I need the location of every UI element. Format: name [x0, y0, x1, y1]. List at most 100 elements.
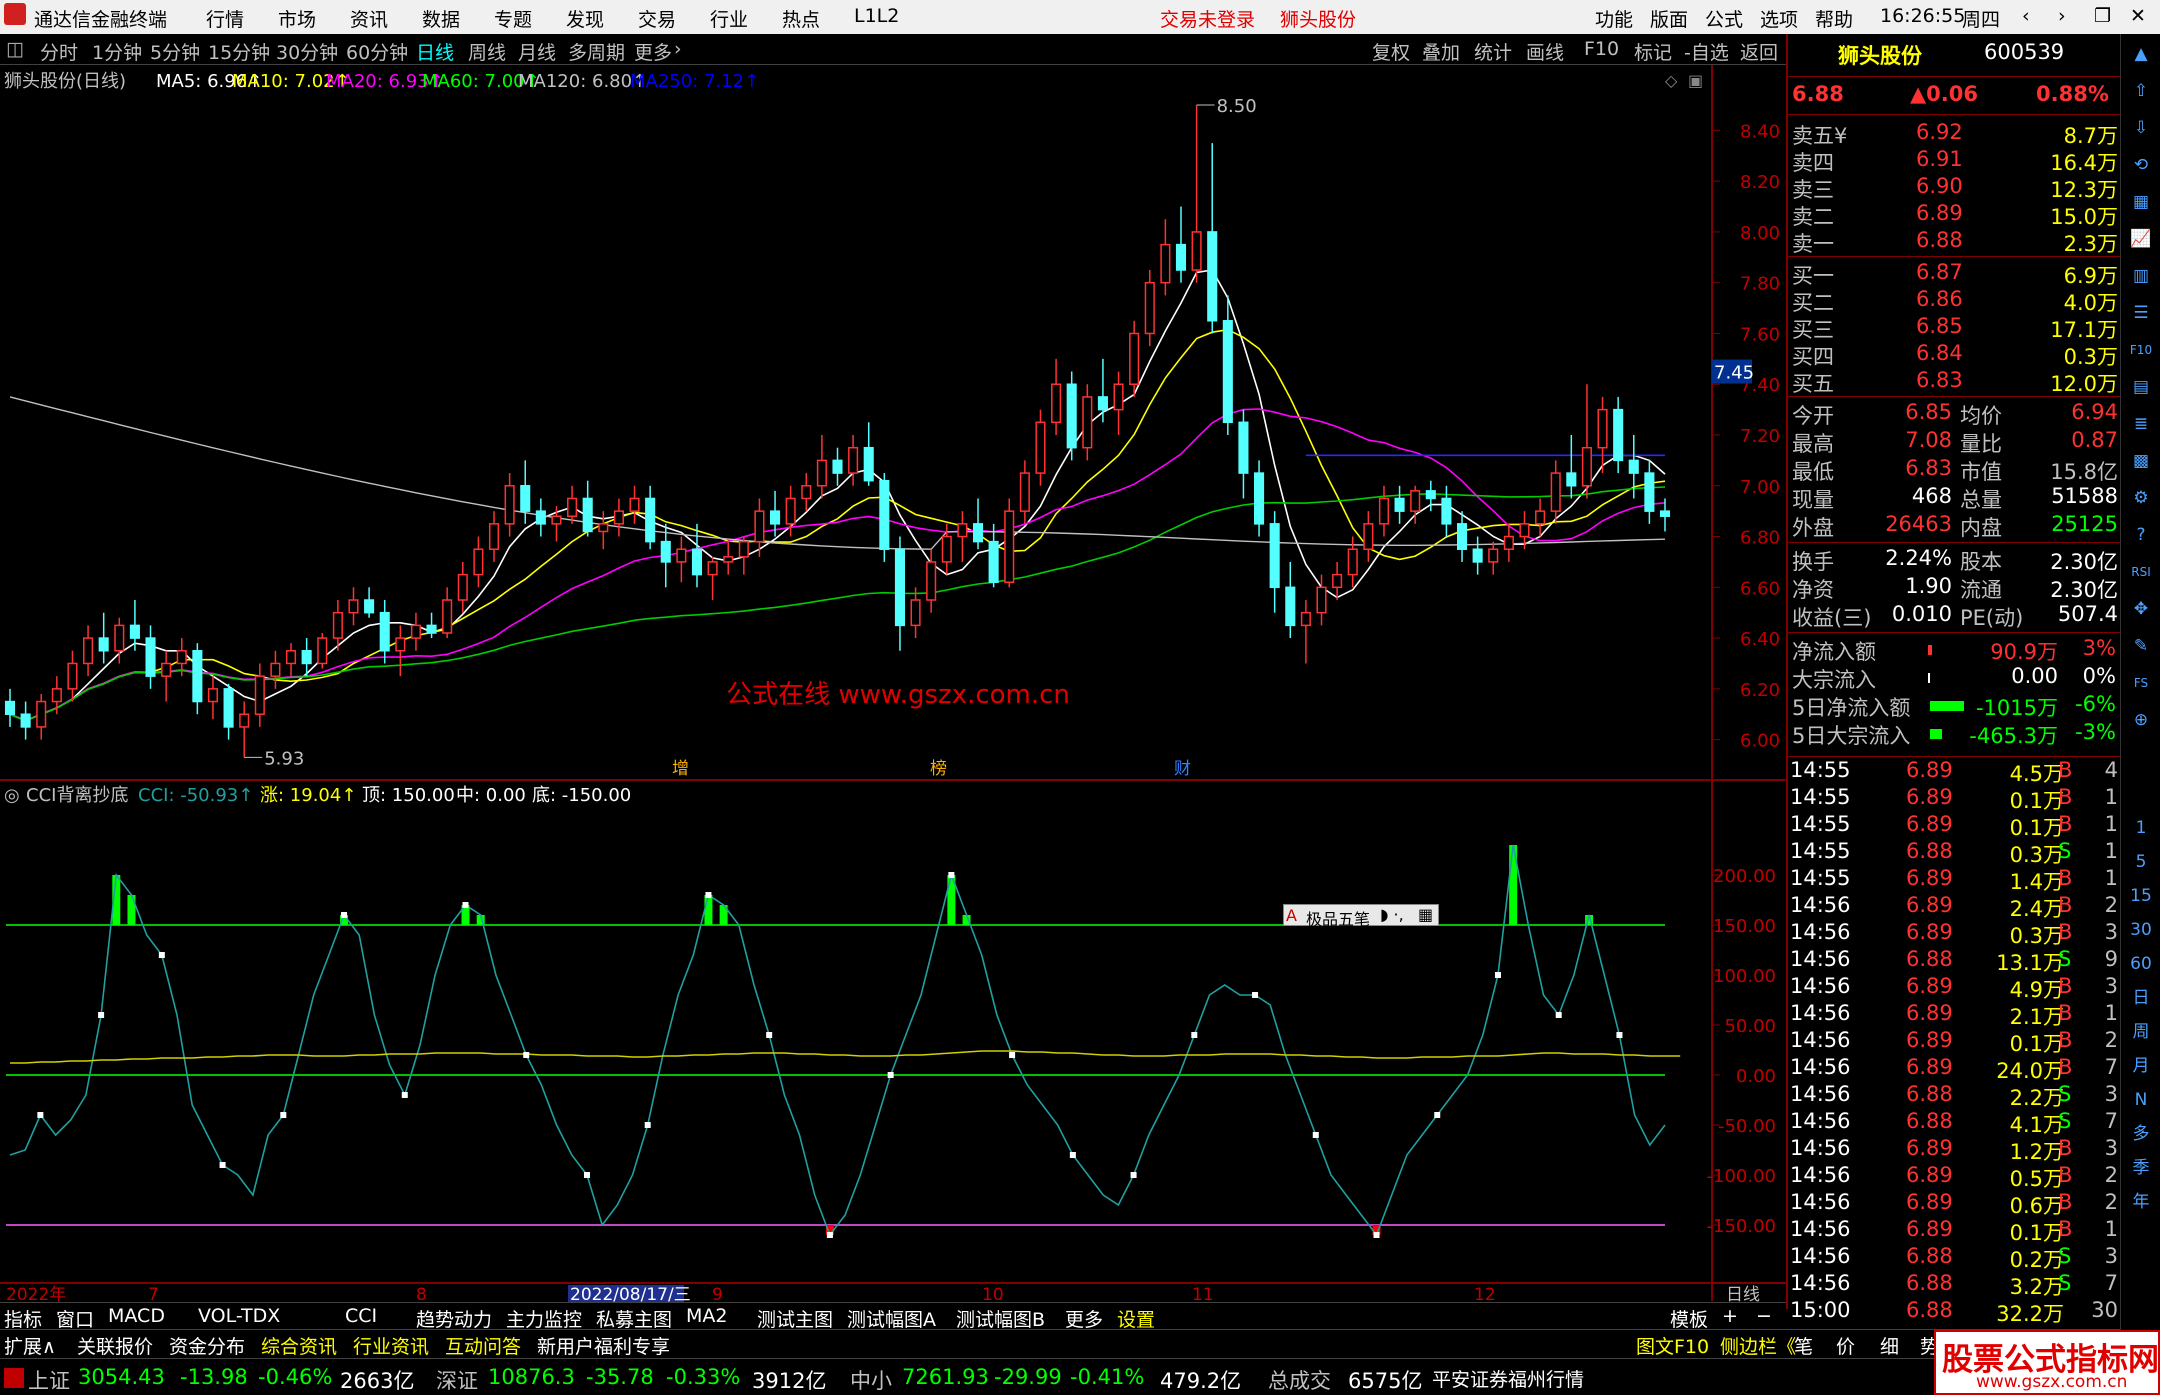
- tab-yuexian[interactable]: 月线: [518, 38, 556, 65]
- period-shortcut[interactable]: N: [2127, 1086, 2155, 1114]
- restore-icon[interactable]: ❐: [2094, 5, 2111, 27]
- login-status[interactable]: 交易未登录: [1160, 5, 1255, 32]
- side-tab[interactable]: 细: [1880, 1332, 1899, 1359]
- info-tab[interactable]: 行业资讯: [353, 1332, 429, 1359]
- menu-redian[interactable]: 热点: [782, 5, 820, 32]
- tool-f10[interactable]: F10: [1584, 38, 1619, 60]
- period-shortcut[interactable]: 年: [2127, 1188, 2155, 1216]
- candle-icon[interactable]: ▥: [2127, 262, 2155, 290]
- rsi-icon[interactable]: RSI: [2127, 558, 2155, 586]
- menu-shichang[interactable]: 市场: [278, 5, 316, 32]
- period-shortcut[interactable]: 60: [2127, 950, 2155, 978]
- indicator-tab[interactable]: MA2: [686, 1305, 727, 1327]
- menu-bangzhu[interactable]: 帮助: [1815, 5, 1853, 32]
- template-button[interactable]: 模板: [1670, 1305, 1708, 1332]
- tab-5min[interactable]: 5分钟: [150, 38, 200, 65]
- upload-icon[interactable]: ⇧: [2127, 77, 2155, 105]
- zx-name[interactable]: 中小: [850, 1365, 892, 1395]
- side-tab[interactable]: 图文F10: [1636, 1332, 1709, 1359]
- help-icon[interactable]: ?: [2127, 521, 2155, 549]
- f10-icon[interactable]: F10: [2127, 336, 2155, 364]
- tab-60min[interactable]: 60分钟: [346, 38, 408, 65]
- tab-15min[interactable]: 15分钟: [208, 38, 270, 65]
- add-button[interactable]: +: [1722, 1305, 1738, 1327]
- info-tab[interactable]: 扩展∧: [4, 1332, 56, 1359]
- download-icon[interactable]: ⇩: [2127, 114, 2155, 142]
- event-bang[interactable]: 榜: [930, 759, 947, 779]
- side-tab[interactable]: 价: [1836, 1332, 1855, 1359]
- tab-gengduo[interactable]: 更多: [634, 38, 672, 65]
- period-shortcut[interactable]: 日: [2127, 984, 2155, 1012]
- ime-keyboard-icon[interactable]: ▦: [1418, 905, 1433, 924]
- side-tab[interactable]: 笔: [1794, 1332, 1813, 1359]
- settings-icon[interactable]: ⚙: [2127, 484, 2155, 512]
- period-shortcut[interactable]: 多: [2127, 1120, 2155, 1148]
- chevron-right-icon[interactable]: ›: [674, 38, 682, 60]
- info-tab[interactable]: 新用户福利专享: [537, 1332, 670, 1359]
- tool-biaoji[interactable]: 标记: [1634, 38, 1672, 65]
- indicator-tab[interactable]: CCI: [345, 1305, 377, 1327]
- menu-zixun[interactable]: 资讯: [350, 5, 388, 32]
- panel-toggle-icon[interactable]: ▣: [1688, 71, 1703, 90]
- period-shortcut[interactable]: 1: [2127, 814, 2155, 842]
- back-arrow-icon[interactable]: ‹: [2022, 5, 2030, 27]
- tool-diejia[interactable]: 叠加: [1422, 38, 1460, 65]
- period-shortcut[interactable]: 15: [2127, 882, 2155, 910]
- indicator-tab[interactable]: 测试主图: [757, 1305, 833, 1332]
- sz-name[interactable]: 深证: [436, 1365, 478, 1395]
- ime-mode-icon[interactable]: ◗ ·,: [1380, 905, 1404, 924]
- menu-xuanxiang[interactable]: 选项: [1760, 5, 1798, 32]
- indicator-tab[interactable]: 窗口: [56, 1305, 94, 1332]
- info-tab[interactable]: 综合资讯: [261, 1332, 337, 1359]
- up-arrow-icon[interactable]: ▲: [2127, 40, 2155, 68]
- kline-chart[interactable]: 狮头股份(日线) MA5: 6.96↑MA10: 7.02↑MA20: 6.93↑…: [0, 65, 1786, 1302]
- line-chart-icon[interactable]: 📈: [2127, 225, 2155, 253]
- indicator-tab[interactable]: 设置: [1117, 1305, 1155, 1332]
- forward-arrow-icon[interactable]: ›: [2058, 5, 2066, 27]
- stock-link[interactable]: 狮头股份: [1280, 5, 1356, 32]
- menu-hangye[interactable]: 行业: [710, 5, 748, 32]
- indicator-tab[interactable]: 更多: [1065, 1305, 1103, 1332]
- indicator-tab[interactable]: 指标: [4, 1305, 42, 1332]
- sh-name[interactable]: 上证: [28, 1365, 70, 1395]
- tab-fenshi[interactable]: 分时: [40, 38, 78, 65]
- close-icon[interactable]: ✕: [2130, 5, 2146, 27]
- indicator-tab[interactable]: 私募主图: [596, 1305, 672, 1332]
- info-tab[interactable]: 关联报价: [77, 1332, 153, 1359]
- zoom-icon[interactable]: ⊕: [2127, 706, 2155, 734]
- menu-jiaoyi[interactable]: 交易: [638, 5, 676, 32]
- indicator-tab[interactable]: VOL-TDX: [198, 1305, 280, 1327]
- cci-eye-icon[interactable]: ◎: [4, 785, 20, 806]
- side-tab[interactable]: 侧边栏《: [1720, 1332, 1796, 1359]
- menu-gongshi[interactable]: 公式: [1705, 5, 1743, 32]
- tool-huaxian[interactable]: 画线: [1526, 38, 1564, 65]
- tab-30min[interactable]: 30分钟: [276, 38, 338, 65]
- period-shortcut[interactable]: 月: [2127, 1052, 2155, 1080]
- event-zeng[interactable]: 增: [672, 759, 689, 779]
- period-shortcut[interactable]: 5: [2127, 848, 2155, 876]
- move-icon[interactable]: ✥: [2127, 595, 2155, 623]
- tab-rixian[interactable]: 日线: [416, 38, 454, 65]
- diamond-icon[interactable]: ◇: [1665, 71, 1678, 90]
- event-cai[interactable]: 财: [1174, 759, 1191, 779]
- tool-tongji[interactable]: 统计: [1474, 38, 1512, 65]
- tool-fanhui[interactable]: 返回: [1740, 38, 1778, 65]
- tab-1min[interactable]: 1分钟: [92, 38, 142, 65]
- indicator-tab[interactable]: 趋势动力: [416, 1305, 492, 1332]
- period-shortcut[interactable]: 周: [2127, 1018, 2155, 1046]
- indicator-tab[interactable]: 测试幅图B: [956, 1305, 1045, 1332]
- menu-l1l2[interactable]: L1L2: [854, 5, 899, 27]
- menu-zhuanti[interactable]: 专题: [494, 5, 532, 32]
- menu-banmian[interactable]: 版面: [1650, 5, 1688, 32]
- tool-zixuan[interactable]: -自选: [1684, 38, 1729, 65]
- menu-faxian[interactable]: 发现: [566, 5, 604, 32]
- indicator-tab[interactable]: 测试幅图A: [847, 1305, 936, 1332]
- layers-icon[interactable]: ≣: [2127, 410, 2155, 438]
- info-tab[interactable]: 互动问答: [445, 1332, 521, 1359]
- remove-button[interactable]: −: [1756, 1305, 1772, 1327]
- tab-zhouxian[interactable]: 周线: [468, 38, 506, 65]
- doc-icon[interactable]: ▤: [2127, 373, 2155, 401]
- ime-popup[interactable]: A 极品五笔 ◗ ·, ▦: [1283, 904, 1439, 929]
- period-shortcut[interactable]: 季: [2127, 1154, 2155, 1182]
- menu-gongneng[interactable]: 功能: [1595, 5, 1633, 32]
